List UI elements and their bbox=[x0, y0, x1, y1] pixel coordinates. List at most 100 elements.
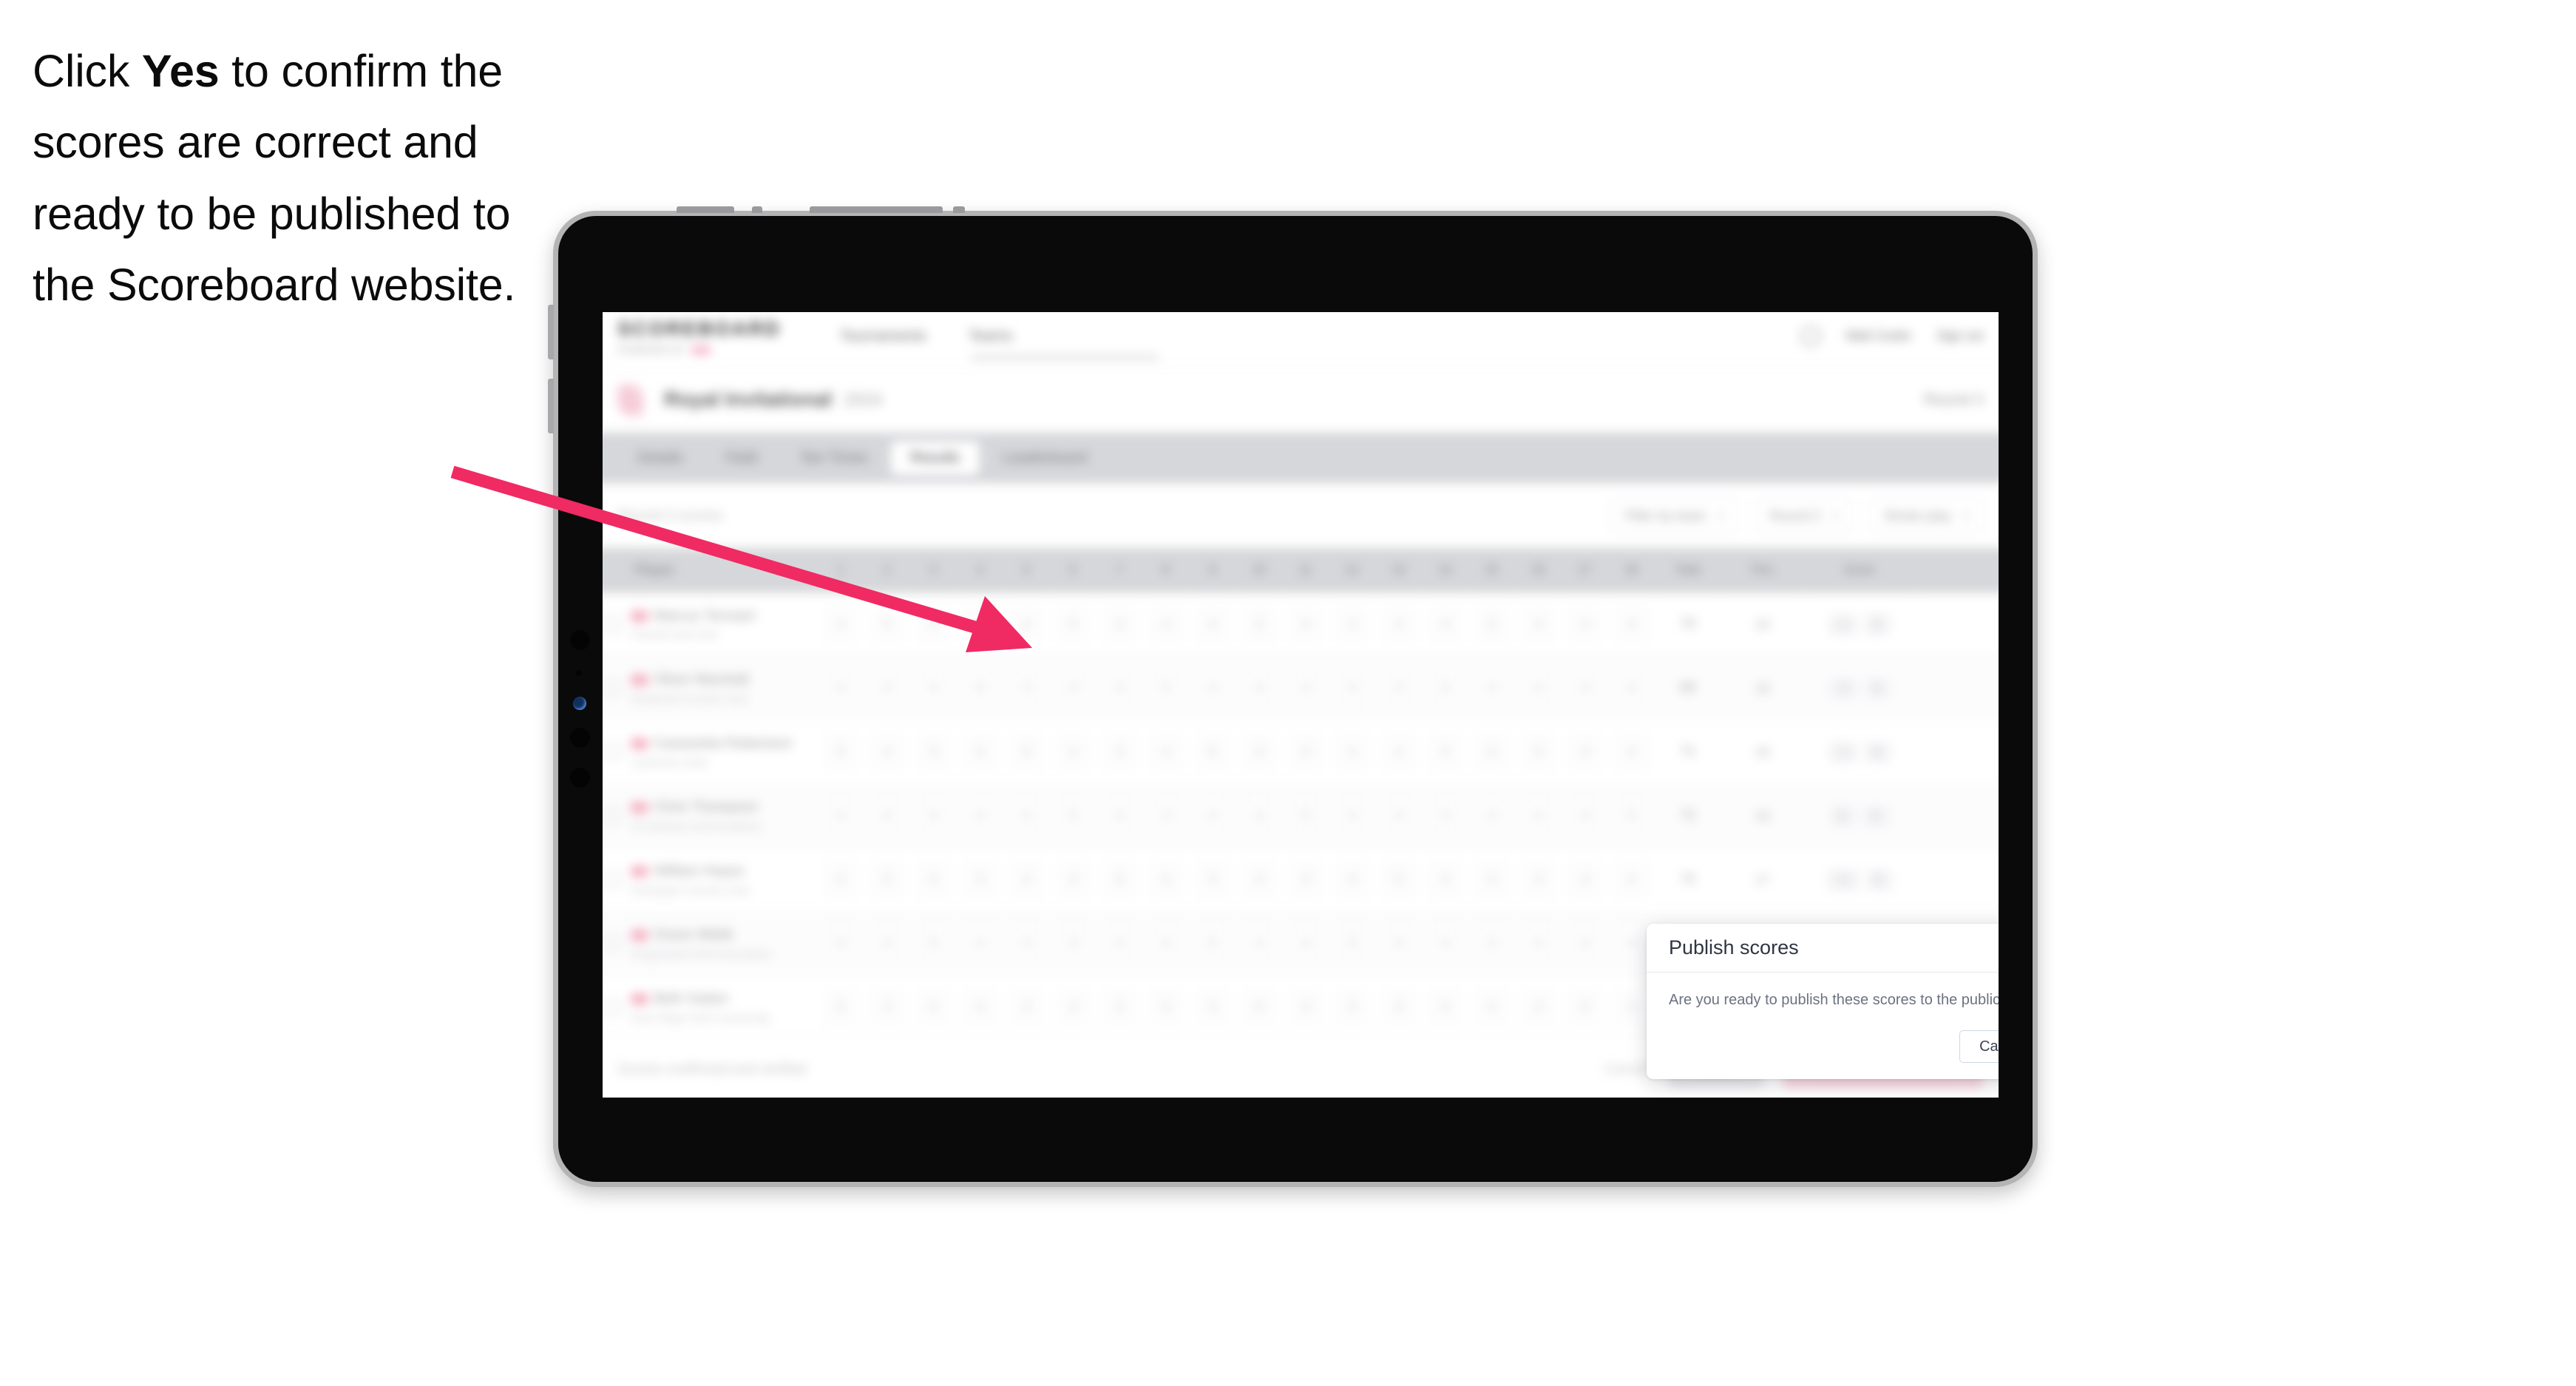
score-input[interactable]: 5 bbox=[1616, 799, 1647, 833]
score-input[interactable]: 4 bbox=[1430, 990, 1461, 1024]
cell-hole-score[interactable]: 4 bbox=[1468, 785, 1515, 848]
score-input[interactable]: 3 bbox=[1337, 608, 1368, 641]
score-input[interactable]: 3 bbox=[1290, 863, 1321, 896]
cell-hole-score[interactable]: 4 bbox=[1329, 848, 1376, 911]
score-input[interactable]: 5 bbox=[1244, 990, 1275, 1024]
cell-hole-score[interactable]: 4 bbox=[1562, 657, 1608, 720]
cell-hole-score[interactable]: 4 bbox=[1283, 720, 1329, 783]
score-input[interactable]: 4 bbox=[965, 608, 995, 641]
cell-hole-score[interactable]: 4 bbox=[1376, 976, 1423, 1038]
filter-format-dropdown[interactable]: Stroke play ▾ bbox=[1869, 498, 1984, 533]
cell-hole-score[interactable]: 5 bbox=[1050, 785, 1097, 848]
cell-hole-score[interactable]: 4 bbox=[1422, 848, 1468, 911]
cell-hole-score[interactable]: 3 bbox=[1376, 657, 1423, 720]
table-row[interactable]: Chris Thompson St Andrews Golf Academy 4 4 4… bbox=[603, 784, 1999, 848]
score-input[interactable]: 4 bbox=[1430, 863, 1461, 896]
score-input[interactable]: 4 bbox=[1477, 863, 1508, 896]
score-input[interactable]: 4 bbox=[1570, 927, 1600, 961]
tab-details[interactable]: Details bbox=[617, 441, 702, 475]
row-checkbox[interactable] bbox=[604, 680, 621, 697]
score-input[interactable]: 4 bbox=[1290, 927, 1321, 961]
score-input[interactable]: 4 bbox=[1197, 799, 1228, 833]
cell-hole-score[interactable]: 4 bbox=[1236, 720, 1283, 783]
score-input[interactable]: 4 bbox=[1197, 672, 1228, 705]
cell-hole-score[interactable]: 4 bbox=[1236, 785, 1283, 848]
score-input[interactable]: 4 bbox=[1105, 990, 1135, 1024]
score-input[interactable]: 4 bbox=[1523, 672, 1554, 705]
score-input[interactable]: 4 bbox=[825, 672, 856, 705]
cell-hole-score[interactable]: 4 bbox=[1143, 720, 1190, 783]
score-input[interactable]: 4 bbox=[1011, 608, 1042, 641]
filter-team-dropdown[interactable]: Filter by team ▾ bbox=[1610, 498, 1739, 533]
cell-hole-score[interactable]: 4 bbox=[817, 848, 864, 911]
score-input[interactable]: 3 bbox=[1058, 927, 1088, 961]
header-user-name[interactable]: Matt Cooke bbox=[1846, 328, 1911, 343]
cell-hole-score[interactable]: 4 bbox=[957, 785, 1003, 848]
score-input[interactable]: 5 bbox=[918, 927, 949, 961]
cell-hole-score[interactable]: 3 bbox=[1283, 848, 1329, 911]
score-input[interactable]: 4 bbox=[1523, 927, 1554, 961]
score-input[interactable]: 5 bbox=[1058, 799, 1088, 833]
score-input[interactable]: 5 bbox=[1197, 735, 1228, 769]
score-input[interactable]: 4 bbox=[1523, 863, 1554, 896]
score-input[interactable]: 4 bbox=[1151, 608, 1182, 641]
cell-hole-score[interactable]: 4 bbox=[1003, 912, 1050, 975]
score-input[interactable]: 4 bbox=[1383, 927, 1414, 961]
score-input[interactable]: 4 bbox=[1383, 608, 1414, 641]
score-input[interactable]: 4 bbox=[1244, 863, 1275, 896]
tab-results[interactable]: Results bbox=[890, 441, 980, 475]
score-input[interactable]: 5 bbox=[1337, 927, 1368, 961]
cell-hole-score[interactable]: 4 bbox=[1283, 593, 1329, 656]
score-input[interactable]: 4 bbox=[1244, 799, 1275, 833]
cell-hole-score[interactable]: 4 bbox=[1329, 720, 1376, 783]
cell-hole-score[interactable]: 4 bbox=[1097, 657, 1143, 720]
cell-hole-score[interactable]: 4 bbox=[1190, 976, 1236, 1038]
tab-tee-times[interactable]: Tee Times bbox=[780, 441, 887, 475]
score-input[interactable]: 4 bbox=[1244, 735, 1275, 769]
cell-hole-score[interactable]: 5 bbox=[1143, 657, 1190, 720]
cell-hole-score[interactable]: 4 bbox=[1143, 593, 1190, 656]
cell-hole-score[interactable]: 4 bbox=[1329, 976, 1376, 1038]
cell-hole-score[interactable]: 4 bbox=[1050, 976, 1097, 1038]
row-checkbox[interactable] bbox=[604, 871, 621, 888]
cell-hole-score[interactable]: 4 bbox=[1236, 848, 1283, 911]
score-input[interactable]: 4 bbox=[825, 863, 856, 896]
cell-hole-score[interactable]: 4 bbox=[1376, 593, 1423, 656]
cell-hole-score[interactable]: 5 bbox=[864, 593, 910, 656]
cell-hole-score[interactable]: 4 bbox=[1376, 785, 1423, 848]
cell-hole-score[interactable]: 4 bbox=[864, 720, 910, 783]
header-signout-link[interactable]: Sign out bbox=[1936, 328, 1983, 343]
score-input[interactable]: 4 bbox=[872, 990, 903, 1024]
score-input[interactable]: 4 bbox=[825, 927, 856, 961]
cell-hole-score[interactable]: 5 bbox=[1283, 785, 1329, 848]
score-input[interactable]: 4 bbox=[1151, 863, 1182, 896]
cell-hole-score[interactable]: 3 bbox=[1097, 593, 1143, 656]
cell-hole-score[interactable]: 4 bbox=[1190, 785, 1236, 848]
cell-hole-score[interactable]: 4 bbox=[957, 912, 1003, 975]
score-input[interactable]: 4 bbox=[872, 927, 903, 961]
score-input[interactable]: 4 bbox=[1197, 608, 1228, 641]
score-input[interactable]: 4 bbox=[1058, 990, 1088, 1024]
score-input[interactable]: 3 bbox=[918, 608, 949, 641]
cell-hole-score[interactable]: 4 bbox=[1422, 912, 1468, 975]
cell-hole-score[interactable]: 4 bbox=[1097, 912, 1143, 975]
score-input[interactable]: 5 bbox=[1570, 990, 1600, 1024]
cell-hole-score[interactable]: 4 bbox=[1515, 657, 1562, 720]
cell-hole-score[interactable]: 4 bbox=[1283, 912, 1329, 975]
score-input[interactable]: 3 bbox=[1477, 927, 1508, 961]
score-input[interactable]: 4 bbox=[1105, 672, 1135, 705]
score-input[interactable]: 4 bbox=[1570, 672, 1600, 705]
cancel-button[interactable]: Cancel bbox=[1959, 1030, 1999, 1063]
score-input[interactable]: 4 bbox=[1477, 672, 1508, 705]
score-input[interactable]: 3 bbox=[1523, 990, 1554, 1024]
score-input[interactable]: 5 bbox=[1058, 608, 1088, 641]
score-input[interactable]: 5 bbox=[965, 672, 995, 705]
score-input[interactable]: 4 bbox=[1616, 990, 1647, 1024]
cell-hole-score[interactable]: 4 bbox=[1376, 912, 1423, 975]
score-input[interactable]: 3 bbox=[1105, 735, 1135, 769]
score-input[interactable]: 4 bbox=[1570, 863, 1600, 896]
score-input[interactable]: 4 bbox=[965, 799, 995, 833]
cell-hole-score[interactable]: 4 bbox=[1283, 976, 1329, 1038]
cell-hole-score[interactable]: 5 bbox=[1468, 593, 1515, 656]
cell-hole-score[interactable]: 4 bbox=[1329, 657, 1376, 720]
